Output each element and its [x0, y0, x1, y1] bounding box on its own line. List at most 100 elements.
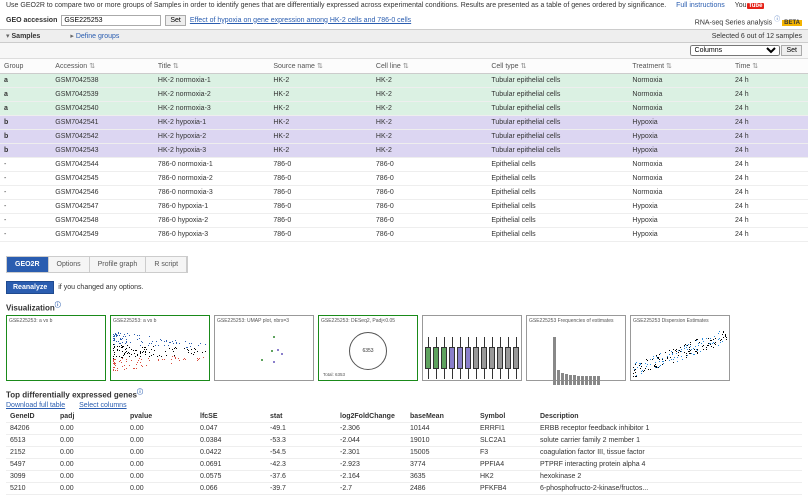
- table-row[interactable]: aGSM7042539HK-2 normoxia-2HK-2HK-2Tubula…: [0, 88, 808, 102]
- cell-group: -: [0, 200, 51, 214]
- info-icon[interactable]: ⓘ: [774, 17, 780, 23]
- reanalyze-button[interactable]: Reanalyze: [6, 281, 54, 294]
- cell-time: 24 h: [731, 144, 808, 158]
- table-row[interactable]: -GSM7042546786-0 normoxia-3786-0786-0Epi…: [0, 186, 808, 200]
- cell-geneid: 5497: [6, 458, 56, 470]
- triangle-down-icon: ▾: [6, 33, 10, 40]
- cell-time: 24 h: [731, 88, 808, 102]
- col-time[interactable]: Time⇅: [731, 59, 808, 74]
- table-row[interactable]: bGSM7042542HK-2 hypoxia-2HK-2HK-2Tubular…: [0, 130, 808, 144]
- cell-cline: 786-0: [372, 228, 487, 242]
- cell-symbol: ERRFI1: [476, 422, 536, 434]
- viz-card-hist[interactable]: GSE225253 Frequencies of estimates: [526, 315, 626, 381]
- cell-se: 0.0575: [196, 470, 266, 482]
- col-source[interactable]: Source name⇅: [269, 59, 372, 74]
- gene-actions: Download full table Select columns: [6, 402, 802, 409]
- col-cell-line[interactable]: Cell line⇅: [372, 59, 487, 74]
- cell-src: HK-2: [269, 116, 372, 130]
- samples-toggle[interactable]: ▾Samples: [6, 32, 40, 40]
- table-row[interactable]: bGSM7042541HK-2 hypoxia-1HK-2HK-2Tubular…: [0, 116, 808, 130]
- cell-title: HK-2 normoxia-1: [154, 74, 269, 88]
- gene-row[interactable]: 65130.000.000.0384-53.3-2.04419010SLC2A1…: [6, 434, 802, 446]
- gene-row[interactable]: 52100.000.000.066-39.7-2.72486PFKFB46-ph…: [6, 482, 802, 494]
- cell-pvalue: 0.00: [126, 470, 196, 482]
- cell-title: 786-0 normoxia-1: [154, 158, 269, 172]
- full-instructions-link[interactable]: Full instructions: [676, 2, 725, 9]
- gene-row[interactable]: 21520.000.000.0422-54.5-2.30115005F3coag…: [6, 446, 802, 458]
- accession-row: GEO accession Set Effect of hypoxia on g…: [0, 11, 808, 29]
- table-row[interactable]: -GSM7042547786-0 hypoxia-1786-0786-0Epit…: [0, 200, 808, 214]
- cell-lfc: -2.044: [336, 434, 406, 446]
- reanalyze-hint: if you changed any options.: [58, 284, 143, 291]
- col-lfcse[interactable]: lfcSE: [196, 411, 266, 423]
- select-columns-link[interactable]: Select columns: [79, 402, 126, 409]
- columns-set-button[interactable]: Set: [781, 45, 802, 56]
- set-accession-button[interactable]: Set: [165, 15, 186, 26]
- table-row[interactable]: -GSM7042544786-0 normoxia-1786-0786-0Epi…: [0, 158, 808, 172]
- info-icon[interactable]: ⓘ: [137, 390, 143, 396]
- viz-plot: [425, 319, 519, 379]
- col-pvalue[interactable]: pvalue: [126, 411, 196, 423]
- col-treatment[interactable]: Treatment⇅: [628, 59, 731, 74]
- col-geneid[interactable]: GeneID: [6, 411, 56, 423]
- cell-src: 786-0: [269, 228, 372, 242]
- cell-lfc: -2.301: [336, 446, 406, 458]
- cell-lfc: -2.923: [336, 458, 406, 470]
- define-groups-link[interactable]: ▸Define groups: [70, 32, 119, 40]
- cell-group: -: [0, 186, 51, 200]
- table-row[interactable]: bGSM7042543HK-2 hypoxia-3HK-2HK-2Tubular…: [0, 144, 808, 158]
- columns-select[interactable]: Columns: [690, 45, 780, 56]
- table-row[interactable]: aGSM7042540HK-2 normoxia-3HK-2HK-2Tubula…: [0, 102, 808, 116]
- cell-desc: solute carrier family 2 member 1: [536, 434, 802, 446]
- cell-cline: HK-2: [372, 88, 487, 102]
- gene-row[interactable]: 30990.000.000.0575-37.6-2.1643635HK2hexo…: [6, 470, 802, 482]
- gene-row[interactable]: 842060.000.000.047-49.1-2.30610144ERRFI1…: [6, 422, 802, 434]
- cell-time: 24 h: [731, 116, 808, 130]
- col-title[interactable]: Title⇅: [154, 59, 269, 74]
- sort-icon: ⇅: [521, 63, 527, 70]
- viz-plot: [529, 325, 623, 385]
- table-row[interactable]: aGSM7042538HK-2 normoxia-1HK-2HK-2Tubula…: [0, 74, 808, 88]
- cell-se: 0.0384: [196, 434, 266, 446]
- col-accession[interactable]: Accession⇅: [51, 59, 154, 74]
- tab-geo2r[interactable]: GEO2R: [7, 257, 49, 272]
- series-title-link[interactable]: Effect of hypoxia on gene expression amo…: [190, 17, 411, 24]
- viz-title: GSE225253: a vs b: [9, 318, 103, 324]
- cell-desc: PTPRF interacting protein alpha 4: [536, 458, 802, 470]
- cell-desc: 6-phosphofructo-2-kinase/fructos...: [536, 482, 802, 494]
- col-basemean[interactable]: baseMean: [406, 411, 476, 423]
- viz-card-venn[interactable]: GSE225253: DESeq2, Padj<0.056353Total: 6…: [318, 315, 418, 381]
- col-description[interactable]: Description: [536, 411, 802, 423]
- col-lfc[interactable]: log2FoldChange: [336, 411, 406, 423]
- col-padj[interactable]: padj: [56, 411, 126, 423]
- viz-title: GSE225253: a vs b: [113, 318, 207, 324]
- col-stat[interactable]: stat: [266, 411, 336, 423]
- col-symbol[interactable]: Symbol: [476, 411, 536, 423]
- tab-r-script[interactable]: R script: [146, 257, 187, 272]
- cell-time: 24 h: [731, 74, 808, 88]
- tab-options[interactable]: Options: [49, 257, 90, 272]
- viz-card-ma[interactable]: GSE225253: a vs b: [110, 315, 210, 381]
- col-group[interactable]: Group: [0, 59, 51, 74]
- viz-card-box[interactable]: [422, 315, 522, 381]
- tab-profile-graph[interactable]: Profile graph: [90, 257, 147, 272]
- table-row[interactable]: -GSM7042548786-0 hypoxia-2786-0786-0Epit…: [0, 214, 808, 228]
- info-icon[interactable]: ⓘ: [55, 303, 61, 309]
- cell-padj: 0.00: [56, 422, 126, 434]
- gene-row[interactable]: 54970.000.000.0691-42.3-2.9233774PPFIA4P…: [6, 458, 802, 470]
- youtube-badge[interactable]: YouTube: [735, 2, 765, 9]
- cell-symbol: PFKFB4: [476, 482, 536, 494]
- table-row[interactable]: -GSM7042545786-0 normoxia-2786-0786-0Epi…: [0, 172, 808, 186]
- cell-stat: -39.7: [266, 482, 336, 494]
- table-row[interactable]: -GSM7042549786-0 hypoxia-3786-0786-0Epit…: [0, 228, 808, 242]
- viz-card-volcano[interactable]: GSE225253: a vs b: [6, 315, 106, 381]
- download-table-link[interactable]: Download full table: [6, 402, 65, 409]
- cell-geneid: 84206: [6, 422, 56, 434]
- col-cell-type[interactable]: Cell type⇅: [487, 59, 628, 74]
- cell-ctype: Epithelial cells: [487, 214, 628, 228]
- accession-input[interactable]: [61, 15, 161, 26]
- genes-heading: Top differentially expressed genesⓘ: [6, 387, 802, 400]
- cell-treat: Normoxia: [628, 172, 731, 186]
- viz-card-umap[interactable]: GSE225253: UMAP plot, nbrs=3: [214, 315, 314, 381]
- viz-card-scatter[interactable]: GSE225253 Dispersion Estimates: [630, 315, 730, 381]
